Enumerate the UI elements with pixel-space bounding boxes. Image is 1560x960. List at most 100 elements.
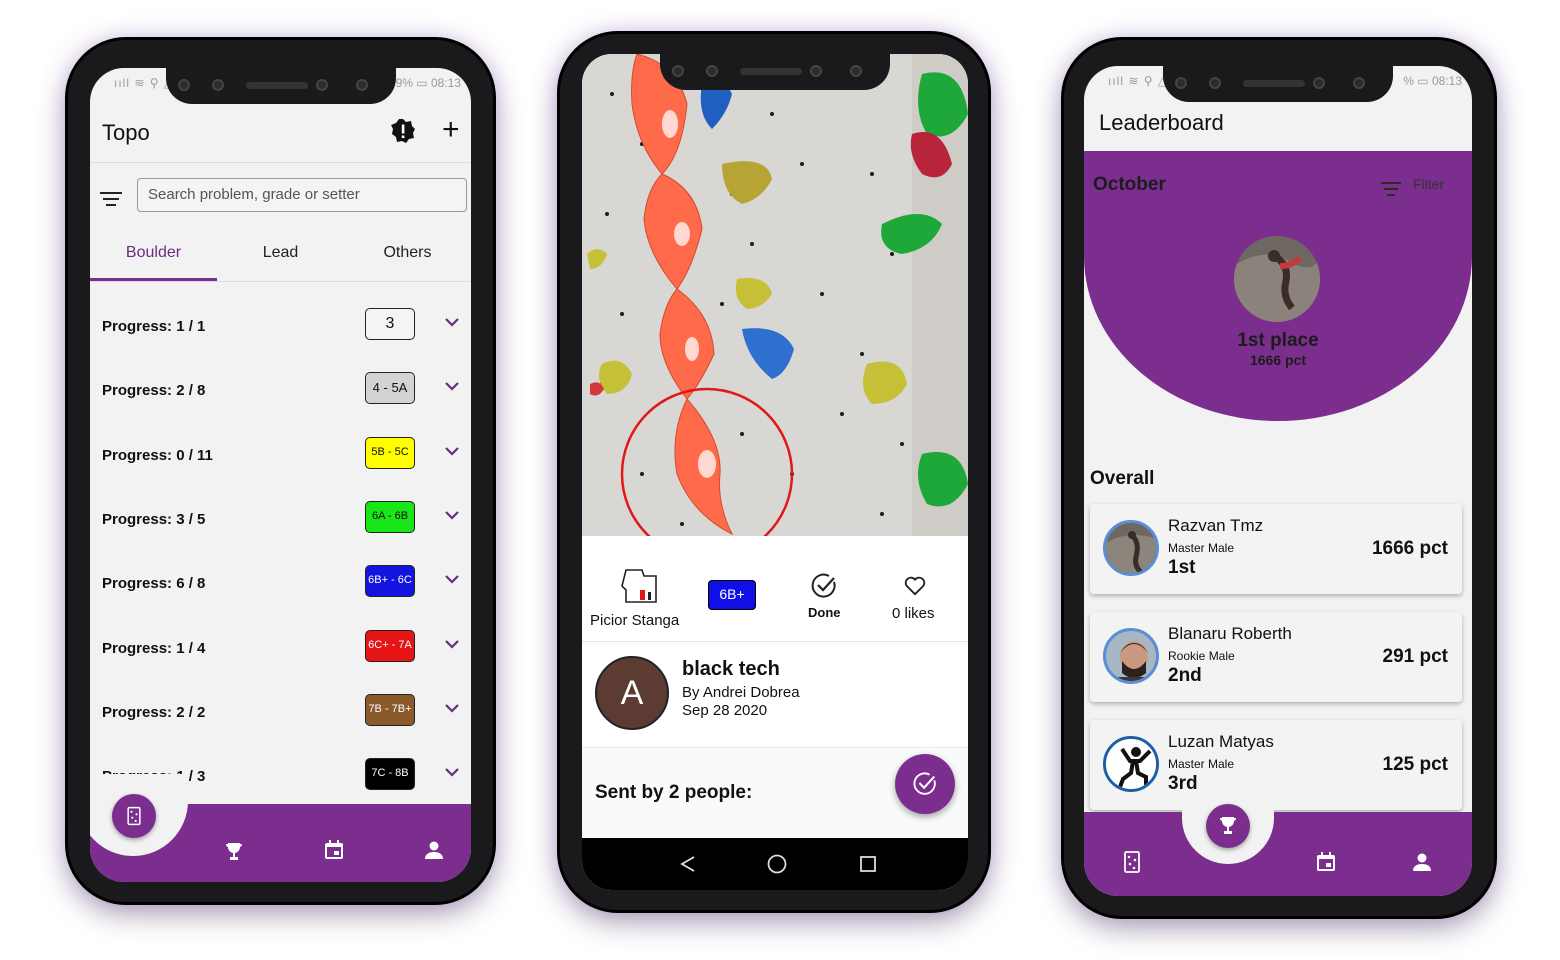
grade-row[interactable]: Progress: 1 / 4 6C+ - 7A	[90, 616, 471, 680]
sensor-icon	[1209, 77, 1221, 89]
tab-indicator	[90, 278, 217, 281]
user-points: 125 pct	[1382, 754, 1448, 775]
done-label: Done	[808, 605, 841, 620]
heart-icon[interactable]	[904, 576, 926, 596]
phone-topo: ııll ≋ ⚲ △ 9% ▭ 08:13 Topo + Search prob…	[68, 40, 493, 902]
speaker-grille	[1243, 80, 1305, 87]
calendar-icon[interactable]	[322, 838, 346, 862]
done-check-icon[interactable]	[810, 572, 838, 600]
grade-row[interactable]: Progress: 6 / 8 6B+ - 6C	[90, 551, 471, 615]
leaderboard-entry[interactable]: Luzan Matyas Master Male 3rd 125 pct	[1090, 720, 1462, 810]
user-rank: 3rd	[1168, 773, 1198, 794]
tab-bar: Boulder Lead Others	[90, 234, 471, 282]
camera-icon	[1353, 77, 1365, 89]
nav-wall-button[interactable]	[112, 794, 156, 838]
grade-badge: 5B - 5C	[365, 436, 415, 469]
sensor-icon	[1313, 77, 1325, 89]
overall-heading: Overall	[1090, 468, 1155, 489]
tab-others[interactable]: Others	[344, 244, 471, 262]
divider	[90, 162, 471, 163]
camera-icon	[177, 79, 190, 91]
speaker-grille	[740, 68, 802, 75]
alert-badge-icon[interactable]	[390, 118, 416, 144]
filter-button[interactable]: Filter	[1413, 176, 1444, 192]
wall-photo	[582, 54, 968, 536]
page-title: Leaderboard	[1099, 110, 1224, 135]
trophy-icon[interactable]	[222, 840, 246, 864]
wall-section-label: Picior Stanga	[590, 612, 680, 629]
user-points: 1666 pct	[1371, 538, 1448, 559]
chevron-down-icon[interactable]	[442, 505, 462, 525]
user-name: Blanaru Roberth	[1168, 624, 1292, 643]
chevron-down-icon[interactable]	[442, 312, 462, 332]
camera-icon	[672, 65, 684, 77]
progress-label: Progress: 2 / 8	[102, 382, 206, 400]
phone-problem: Picior Stanga 6B+ Done 0 likes A black t…	[560, 34, 988, 910]
user-rank: 2nd	[1168, 665, 1202, 686]
problem-screen: Picior Stanga 6B+ Done 0 likes A black t…	[582, 54, 968, 890]
nav-trophy-button[interactable]	[1206, 804, 1250, 848]
search-input[interactable]: Search problem, grade or setter	[137, 178, 467, 212]
sensor-icon	[706, 65, 718, 77]
home-icon[interactable]	[766, 853, 788, 875]
progress-label: Progress: 1 / 1	[102, 318, 206, 335]
camera-icon	[1175, 77, 1187, 89]
progress-label: Progress: 1 / 4	[102, 639, 206, 657]
tab-lead[interactable]: Lead	[217, 244, 344, 262]
user-category: Master Male	[1168, 541, 1235, 555]
chevron-down-icon[interactable]	[442, 634, 462, 654]
back-icon[interactable]	[678, 854, 698, 874]
add-icon[interactable]: +	[442, 112, 460, 148]
tab-boulder[interactable]: Boulder	[90, 244, 217, 262]
climber-pictogram-icon	[1106, 739, 1156, 789]
phone-notch	[660, 54, 890, 90]
progress-label: Progress: 0 / 11	[102, 446, 213, 464]
status-right: 9% ▭ 08:13	[395, 76, 461, 90]
user-category: Master Male	[1168, 757, 1235, 771]
status-left: ııll ≋ ⚲ △	[1108, 74, 1169, 88]
leaderboard-entry[interactable]: Razvan Tmz Master Male 1st 1666 pct	[1090, 504, 1462, 594]
grade-badge: 7C - 8B	[365, 758, 415, 791]
grade-row[interactable]: Progress: 1 / 1 3	[90, 294, 471, 358]
leaderboard-screen: ııll ≋ ⚲ △ % ▭ 08:13 Leaderboard October…	[1084, 66, 1472, 896]
grade-row[interactable]: Progress: 3 / 5 6A - 6B	[90, 487, 471, 551]
user-avatar	[1103, 736, 1159, 792]
trophy-icon	[1220, 817, 1236, 834]
problem-date: Sep 28 2020	[682, 702, 768, 719]
chevron-down-icon[interactable]	[442, 569, 462, 589]
sensor-icon	[315, 79, 328, 91]
person-icon[interactable]	[422, 838, 446, 862]
chevron-down-icon[interactable]	[442, 376, 462, 396]
wall-icon[interactable]	[1120, 850, 1144, 874]
recents-icon[interactable]	[858, 854, 878, 874]
progress-label: Progress: 2 / 2	[102, 703, 206, 721]
problem-author-card: A black tech By Andrei Dobrea Sep 28 202…	[582, 644, 968, 748]
chevron-down-icon[interactable]	[442, 441, 462, 461]
filter-icon[interactable]	[1381, 178, 1401, 200]
speaker-grille	[245, 82, 308, 89]
chevron-down-icon[interactable]	[442, 698, 462, 718]
progress-label: Progress: 3 / 5	[102, 510, 206, 528]
grade-row[interactable]: Progress: 2 / 2 7B - 7B+	[90, 680, 471, 744]
likes-count: 0 likes	[892, 605, 935, 622]
page-title: Topo	[102, 120, 150, 145]
check-circle-icon	[913, 772, 936, 795]
user-avatar	[1103, 520, 1159, 576]
chevron-down-icon[interactable]	[442, 762, 462, 782]
portrait-photo	[1106, 631, 1156, 681]
grade-row[interactable]: Progress: 0 / 11 5B - 5C	[90, 423, 471, 487]
grade-row[interactable]: Progress: 2 / 8 4 - 5A	[90, 358, 471, 422]
sensor-icon	[810, 65, 822, 77]
grade-badge: 6A - 6B	[365, 500, 415, 533]
leaderboard-entry[interactable]: Blanaru Roberth Rookie Male 2nd 291 pct	[1090, 612, 1462, 702]
filter-icon[interactable]	[100, 188, 122, 210]
problem-author: By Andrei Dobrea	[682, 684, 800, 701]
wall-section-icon[interactable]	[620, 562, 662, 606]
person-icon[interactable]	[1410, 850, 1434, 874]
camera-icon	[355, 79, 368, 91]
month-label: October	[1093, 174, 1166, 195]
user-points: 291 pct	[1382, 646, 1448, 667]
phone-notch	[1163, 66, 1393, 102]
calendar-icon[interactable]	[1314, 850, 1338, 874]
mark-sent-button[interactable]	[895, 754, 955, 814]
